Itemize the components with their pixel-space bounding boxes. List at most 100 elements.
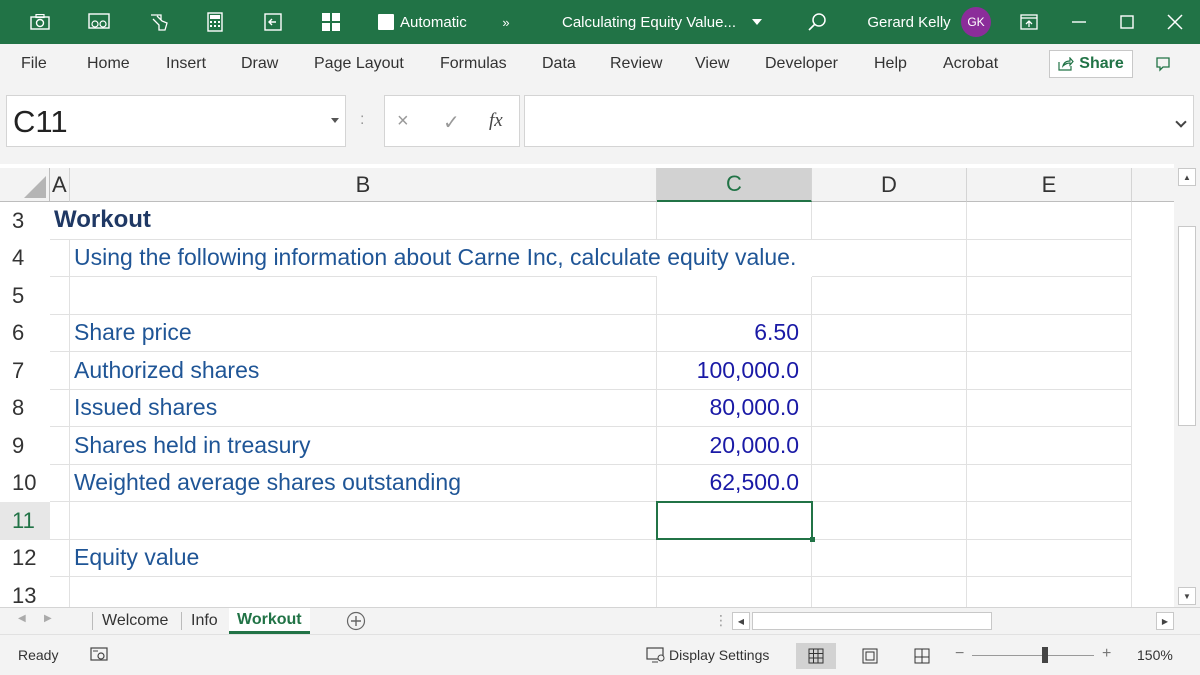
cell-d5[interactable] bbox=[812, 277, 967, 315]
cell-e11[interactable] bbox=[967, 502, 1132, 540]
tab-data[interactable]: Data bbox=[542, 44, 576, 84]
cell-a9[interactable] bbox=[50, 427, 70, 465]
prev-sheet-icon[interactable]: ◀ bbox=[18, 613, 26, 624]
cell-a4[interactable] bbox=[50, 239, 70, 277]
cell-a10[interactable] bbox=[50, 464, 70, 502]
cell-c5[interactable] bbox=[657, 277, 812, 315]
document-title[interactable]: Calculating Equity Value... bbox=[562, 0, 772, 44]
minimize-icon[interactable] bbox=[1066, 0, 1092, 44]
cell-d8[interactable] bbox=[812, 389, 967, 427]
cell-d4[interactable] bbox=[812, 239, 967, 277]
cell-a3[interactable]: Workout bbox=[50, 202, 657, 240]
cell-c6[interactable]: 6.50 bbox=[657, 314, 812, 352]
row-header[interactable]: 9 bbox=[0, 427, 50, 465]
scroll-left-icon[interactable]: ◀ bbox=[732, 612, 750, 630]
touch-mode-icon[interactable] bbox=[144, 0, 174, 44]
worksheet-grid[interactable]: A B C D E 3 Workout 4 Using the followin… bbox=[0, 160, 1200, 607]
row-header[interactable]: 3 bbox=[0, 202, 50, 240]
cell-d10[interactable] bbox=[812, 464, 967, 502]
next-sheet-icon[interactable]: ▶ bbox=[44, 613, 52, 624]
page-break-view-icon[interactable] bbox=[902, 643, 942, 669]
column-header-d[interactable]: D bbox=[812, 168, 967, 202]
cell-e5[interactable] bbox=[967, 277, 1132, 315]
cell-c13[interactable] bbox=[657, 577, 812, 607]
tab-developer[interactable]: Developer bbox=[765, 44, 838, 84]
enter-icon[interactable]: ✓ bbox=[443, 110, 460, 135]
cell-b11[interactable] bbox=[70, 502, 657, 540]
tab-home[interactable]: Home bbox=[87, 44, 130, 84]
cell-b7[interactable]: Authorized shares bbox=[70, 352, 657, 390]
cell-b6[interactable]: Share price bbox=[70, 314, 657, 352]
row-header[interactable]: 11 bbox=[0, 502, 50, 540]
column-header-e[interactable]: E bbox=[967, 168, 1132, 202]
camera-icon[interactable] bbox=[26, 0, 54, 44]
zoom-out-button[interactable]: − bbox=[955, 645, 964, 663]
calculator-icon[interactable] bbox=[202, 0, 228, 44]
row-header[interactable]: 8 bbox=[0, 390, 50, 428]
back-icon[interactable] bbox=[260, 0, 286, 44]
accessibility-icon[interactable] bbox=[90, 647, 108, 668]
cell-b10[interactable]: Weighted average shares outstanding bbox=[70, 464, 657, 502]
cell-b4[interactable]: Using the following information about Ca… bbox=[70, 240, 796, 277]
tab-acrobat[interactable]: Acrobat bbox=[943, 44, 998, 84]
cell-a12[interactable] bbox=[50, 539, 70, 577]
scrollbar-thumb[interactable] bbox=[1178, 226, 1196, 426]
cell-e8[interactable] bbox=[967, 389, 1132, 427]
cell-e12[interactable] bbox=[967, 539, 1132, 577]
cell-a7[interactable] bbox=[50, 352, 70, 390]
tab-review[interactable]: Review bbox=[610, 44, 662, 84]
tab-view[interactable]: View bbox=[695, 44, 729, 84]
select-all-button[interactable] bbox=[0, 168, 50, 202]
cell-b12[interactable]: Equity value bbox=[70, 539, 657, 577]
column-header-b[interactable]: B bbox=[70, 168, 657, 202]
comments-button[interactable] bbox=[1145, 50, 1181, 78]
column-header-f[interactable] bbox=[1132, 168, 1174, 202]
cell-b5[interactable] bbox=[70, 277, 657, 315]
cell-d9[interactable] bbox=[812, 427, 967, 465]
cell-b9[interactable]: Shares held in treasury bbox=[70, 427, 657, 465]
tab-page-layout[interactable]: Page Layout bbox=[314, 44, 404, 84]
row-header[interactable]: 7 bbox=[0, 352, 50, 390]
add-sheet-icon[interactable] bbox=[346, 611, 366, 636]
more-commands-button[interactable]: » bbox=[496, 0, 516, 44]
ribbon-display-icon[interactable] bbox=[1016, 0, 1042, 44]
tab-insert[interactable]: Insert bbox=[166, 44, 206, 84]
cell-a6[interactable] bbox=[50, 314, 70, 352]
cell-a11[interactable] bbox=[50, 502, 70, 540]
cell-e4[interactable] bbox=[967, 239, 1132, 277]
cell-b8[interactable]: Issued shares bbox=[70, 389, 657, 427]
grid-icon[interactable] bbox=[318, 0, 344, 44]
row-header[interactable]: 5 bbox=[0, 277, 50, 315]
formula-input[interactable] bbox=[524, 95, 1194, 147]
tab-draw[interactable]: Draw bbox=[241, 44, 278, 84]
maximize-icon[interactable] bbox=[1114, 0, 1140, 44]
cell-d12[interactable] bbox=[812, 539, 967, 577]
zoom-slider-track[interactable] bbox=[972, 655, 1094, 656]
row-header[interactable]: 13 bbox=[0, 577, 50, 607]
cell-a13[interactable] bbox=[50, 577, 70, 607]
cell-d11[interactable] bbox=[812, 502, 967, 540]
close-icon[interactable] bbox=[1162, 0, 1188, 44]
insert-function-icon[interactable]: fx bbox=[489, 110, 503, 132]
sheet-tab-workout[interactable]: Workout bbox=[229, 608, 310, 634]
row-header[interactable]: 12 bbox=[0, 540, 50, 578]
cell-a8[interactable] bbox=[50, 389, 70, 427]
cell-c3[interactable] bbox=[657, 202, 812, 240]
tab-help[interactable]: Help bbox=[874, 44, 907, 84]
cell-d3[interactable] bbox=[812, 202, 967, 240]
sheet-tab-info[interactable]: Info bbox=[183, 608, 226, 634]
scroll-down-icon[interactable]: ▼ bbox=[1178, 587, 1196, 605]
cell-e10[interactable] bbox=[967, 464, 1132, 502]
cell-c9[interactable]: 20,000.0 bbox=[657, 427, 812, 465]
read-mode-icon[interactable] bbox=[84, 0, 114, 44]
display-settings-button[interactable]: Display Settings bbox=[669, 647, 769, 663]
user-name[interactable]: Gerard Kelly bbox=[866, 0, 952, 44]
cell-e6[interactable] bbox=[967, 314, 1132, 352]
row-header[interactable]: 10 bbox=[0, 465, 50, 503]
name-box[interactable]: C11 bbox=[6, 95, 346, 147]
avatar[interactable]: GK bbox=[961, 7, 991, 37]
row-header[interactable]: 6 bbox=[0, 315, 50, 353]
cell-c8[interactable]: 80,000.0 bbox=[657, 389, 812, 427]
vertical-scrollbar[interactable]: ▲ ▼ bbox=[1174, 164, 1200, 607]
cell-c10[interactable]: 62,500.0 bbox=[657, 464, 812, 502]
